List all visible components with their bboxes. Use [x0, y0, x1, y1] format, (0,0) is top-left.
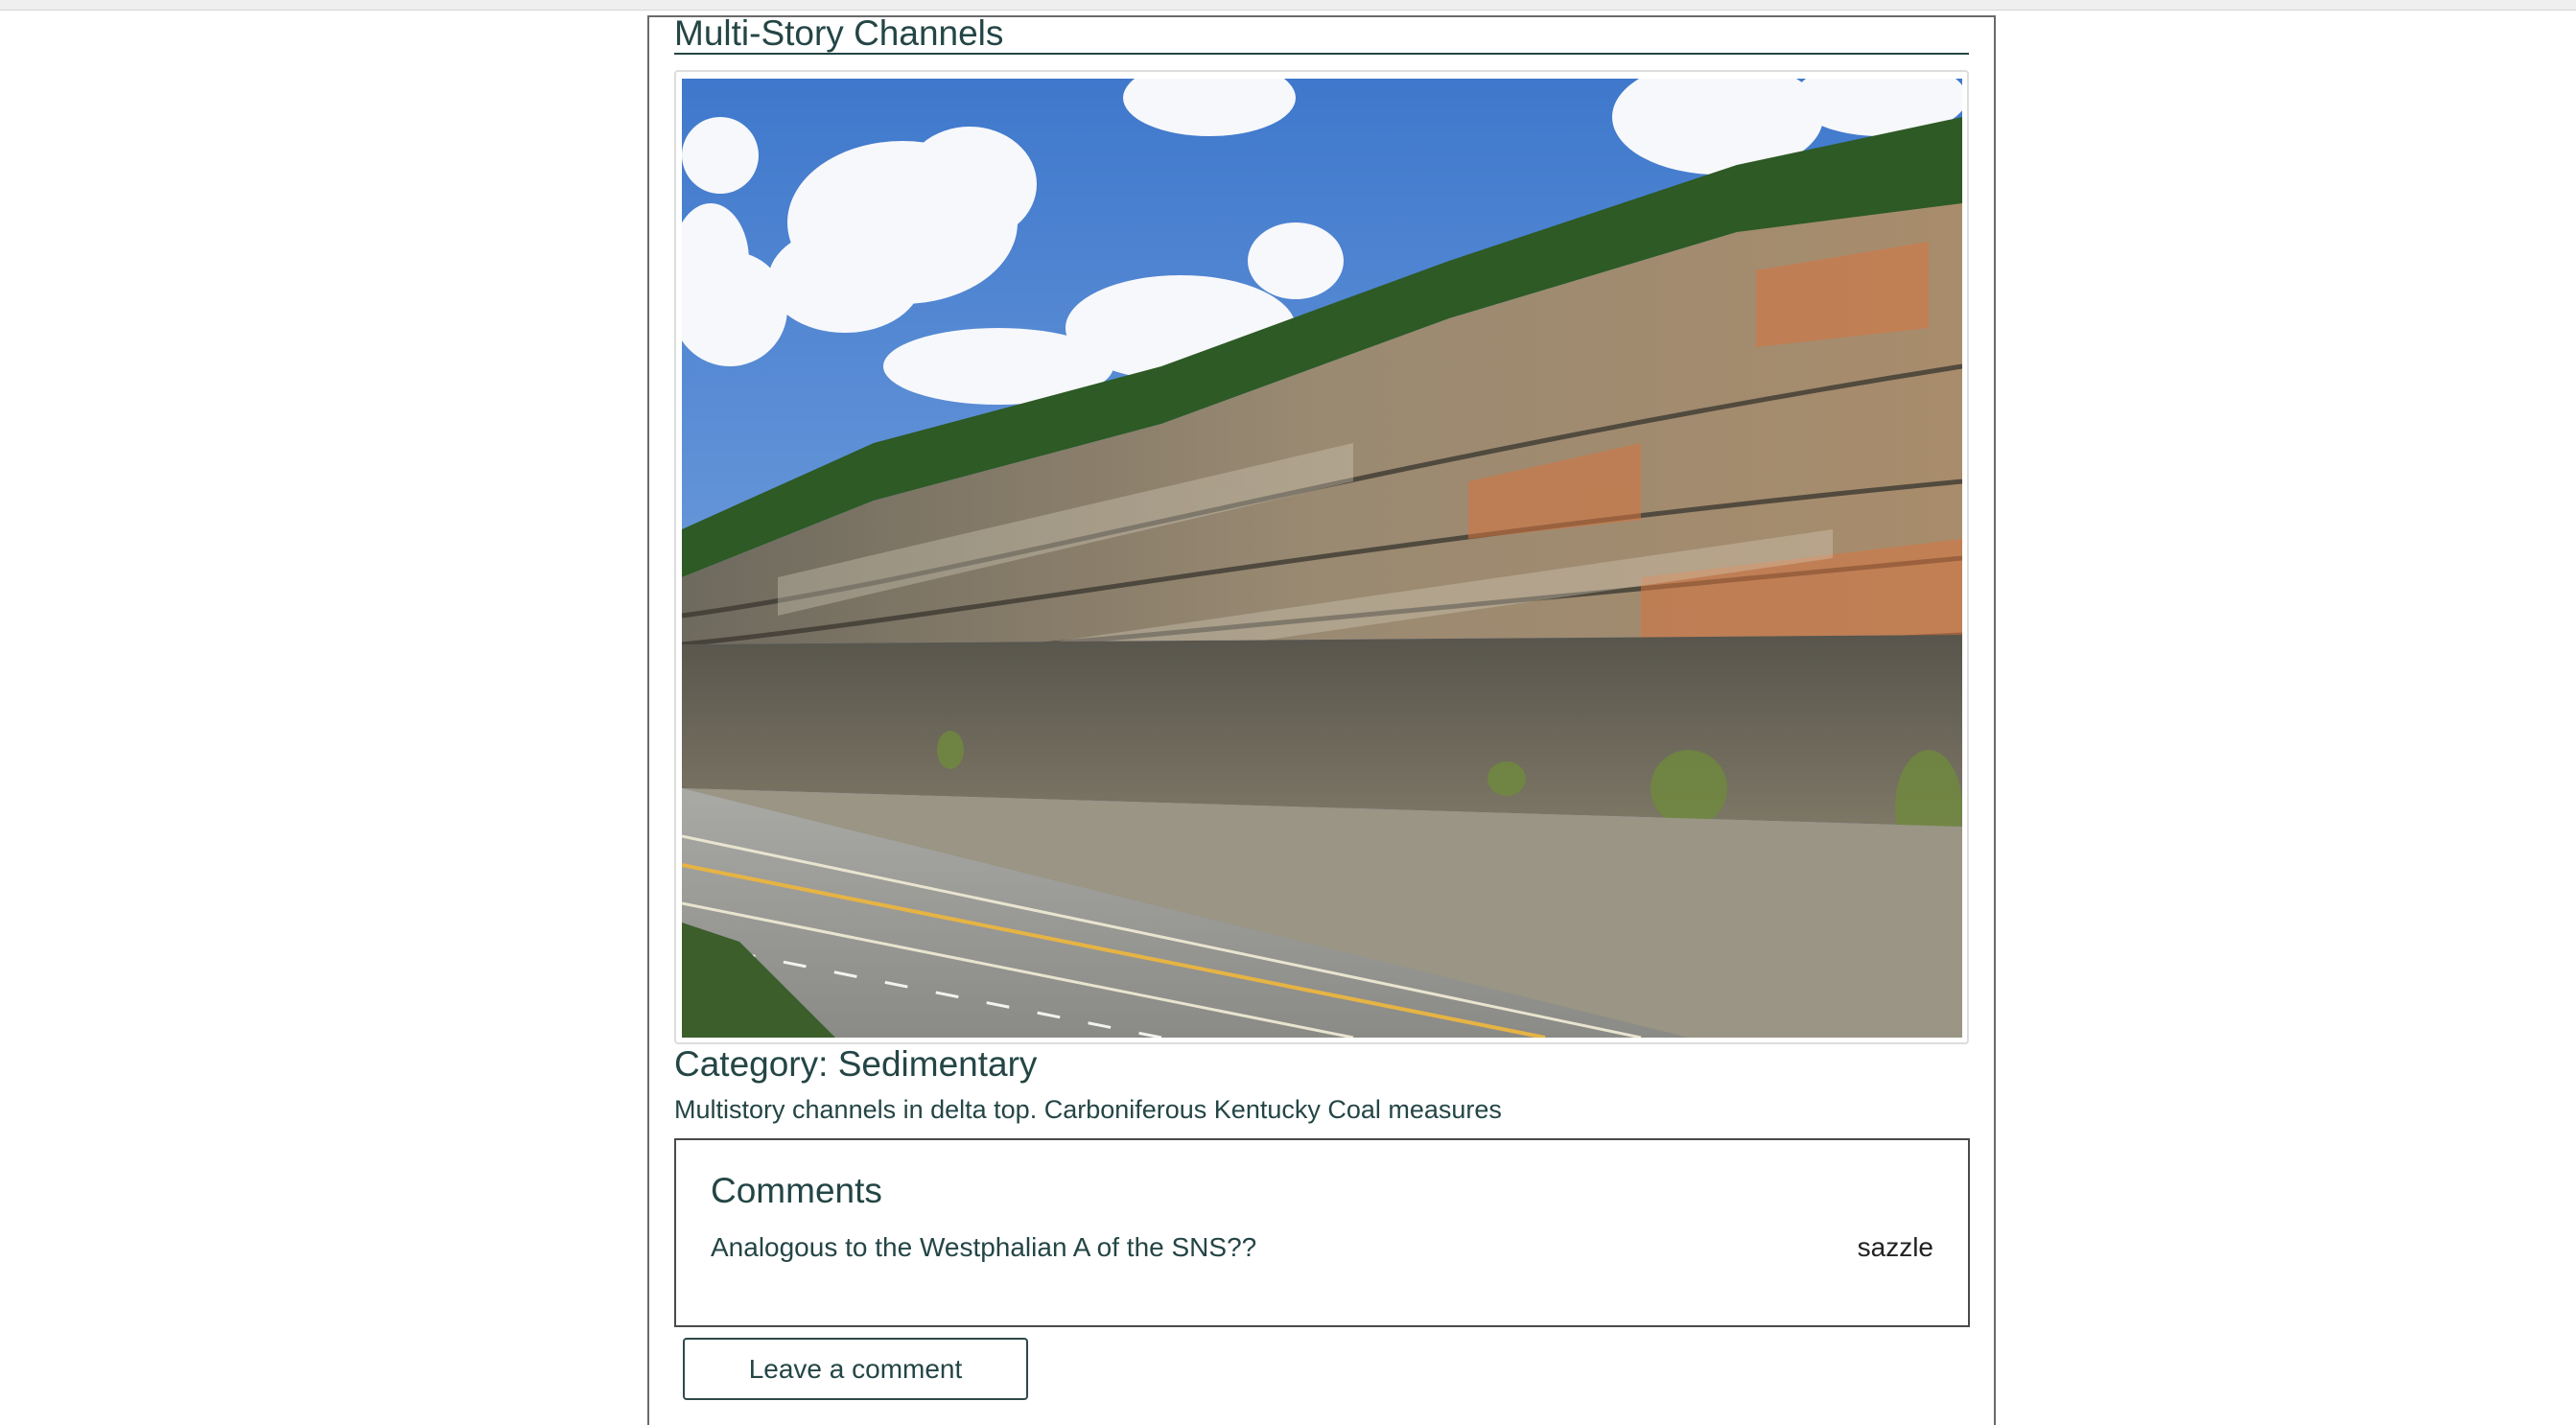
comment-text: Analogous to the Westphalian A of the SN…	[711, 1232, 1257, 1262]
post-title: Multi-Story Channels	[674, 13, 1004, 53]
roadcut-photo[interactable]	[682, 79, 1962, 1038]
comments-panel: Comments Analogous to the Westphalian A …	[674, 1138, 1970, 1327]
post-category: Category: Sedimentary	[674, 1044, 1038, 1084]
comments-heading: Comments	[711, 1171, 882, 1210]
leave-comment-button[interactable]: Leave a comment	[683, 1338, 1028, 1400]
title-divider	[674, 53, 1969, 55]
post-description: Multistory channels in delta top. Carbon…	[674, 1095, 1502, 1124]
comment-author[interactable]: sazzle	[1858, 1229, 1933, 1266]
browser-top-bar	[0, 0, 2576, 11]
